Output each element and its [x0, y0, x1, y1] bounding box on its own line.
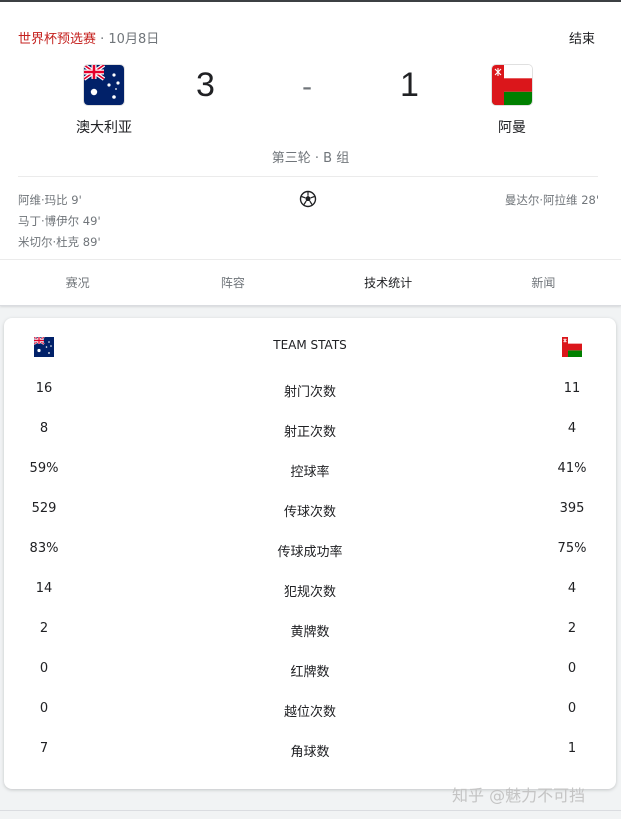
- competition-link[interactable]: 世界杯预选赛: [18, 32, 96, 47]
- away-scorers: 曼达尔·阿拉维 28': [505, 190, 599, 211]
- team-stats-card: TEAM STATS 16 射门次数 11 8 射正次数 4 59% 控球率 4…: [4, 318, 616, 789]
- home-score: 3: [196, 66, 215, 104]
- stat-label: 传球成功率: [277, 545, 343, 560]
- away-team-name[interactable]: 阿曼: [462, 117, 562, 137]
- tab-live[interactable]: 赛况: [0, 260, 155, 306]
- away-value: 395: [559, 501, 585, 516]
- stat-row: 7 角球数 1: [4, 741, 616, 761]
- stats-title: TEAM STATS: [273, 338, 347, 352]
- away-value: 4: [567, 581, 577, 596]
- away-value: 0: [567, 701, 577, 716]
- score-separator: -: [302, 70, 313, 103]
- stat-row: 83% 传球成功率 75%: [4, 541, 616, 561]
- away-value: 4: [567, 421, 577, 436]
- stat-row: 0 越位次数 0: [4, 701, 616, 721]
- away-value: 1: [567, 741, 577, 756]
- away-score: 1: [400, 66, 419, 104]
- home-team-name[interactable]: 澳大利亚: [54, 117, 154, 137]
- stat-label: 越位次数: [283, 705, 336, 720]
- scorer: 马丁·博伊尔 49': [18, 214, 101, 228]
- away-value: 2: [567, 621, 577, 636]
- tab-stats[interactable]: 技术统计: [311, 260, 466, 306]
- stat-label: 犯规次数: [283, 585, 336, 600]
- australia-flag-icon[interactable]: [84, 65, 124, 105]
- stat-row: 0 红牌数 0: [4, 661, 616, 681]
- tab-lineups[interactable]: 阵容: [155, 260, 310, 306]
- stat-row: 59% 控球率 41%: [4, 461, 616, 481]
- stat-label: 传球次数: [283, 505, 336, 520]
- match-status: 结束: [568, 32, 595, 47]
- match-tabs: 赛况 阵容 技术统计 新闻: [0, 259, 621, 306]
- match-card: 世界杯预选赛 · 10月8日 结束 澳大利亚 阿曼 3 - 1 第三轮 · B …: [0, 2, 621, 306]
- stat-row: 14 犯规次数 4: [4, 581, 616, 601]
- scorer: 米切尔·杜克 89': [18, 235, 101, 249]
- away-value: 75%: [557, 541, 587, 556]
- stat-row: 16 射门次数 11: [4, 381, 616, 401]
- stat-label: 角球数: [290, 745, 330, 760]
- stat-label: 黄牌数: [290, 625, 330, 640]
- match-header: 世界杯预选赛 · 10月8日: [18, 28, 159, 47]
- round-info: 第三轮 · B 组: [271, 151, 350, 166]
- home-scorers: 阿维·玛比 9' 马丁·博伊尔 49' 米切尔·杜克 89': [18, 190, 101, 253]
- match-date: · 10月8日: [96, 32, 160, 47]
- scorer: 曼达尔·阿拉维 28': [504, 193, 599, 207]
- stat-label: 红牌数: [290, 665, 330, 680]
- oman-flag-icon[interactable]: [492, 65, 532, 105]
- stat-label: 射门次数: [283, 385, 336, 400]
- away-value: 11: [563, 381, 581, 396]
- watermark: 知乎 @魅力不可挡: [452, 786, 586, 805]
- tab-news[interactable]: 新闻: [466, 260, 621, 306]
- bottom-divider: [0, 810, 621, 811]
- oman-flag-icon: [562, 337, 582, 357]
- soccer-ball-icon: [299, 190, 317, 208]
- scorer: 阿维·玛比 9': [18, 193, 82, 207]
- stat-row: 2 黄牌数 2: [4, 621, 616, 641]
- stat-label: 控球率: [290, 465, 330, 480]
- away-value: 0: [567, 661, 577, 676]
- stat-row: 529 传球次数 395: [4, 501, 616, 521]
- divider: [18, 176, 598, 177]
- stat-label: 射正次数: [283, 425, 336, 440]
- stat-row: 8 射正次数 4: [4, 421, 616, 441]
- away-value: 41%: [557, 461, 587, 476]
